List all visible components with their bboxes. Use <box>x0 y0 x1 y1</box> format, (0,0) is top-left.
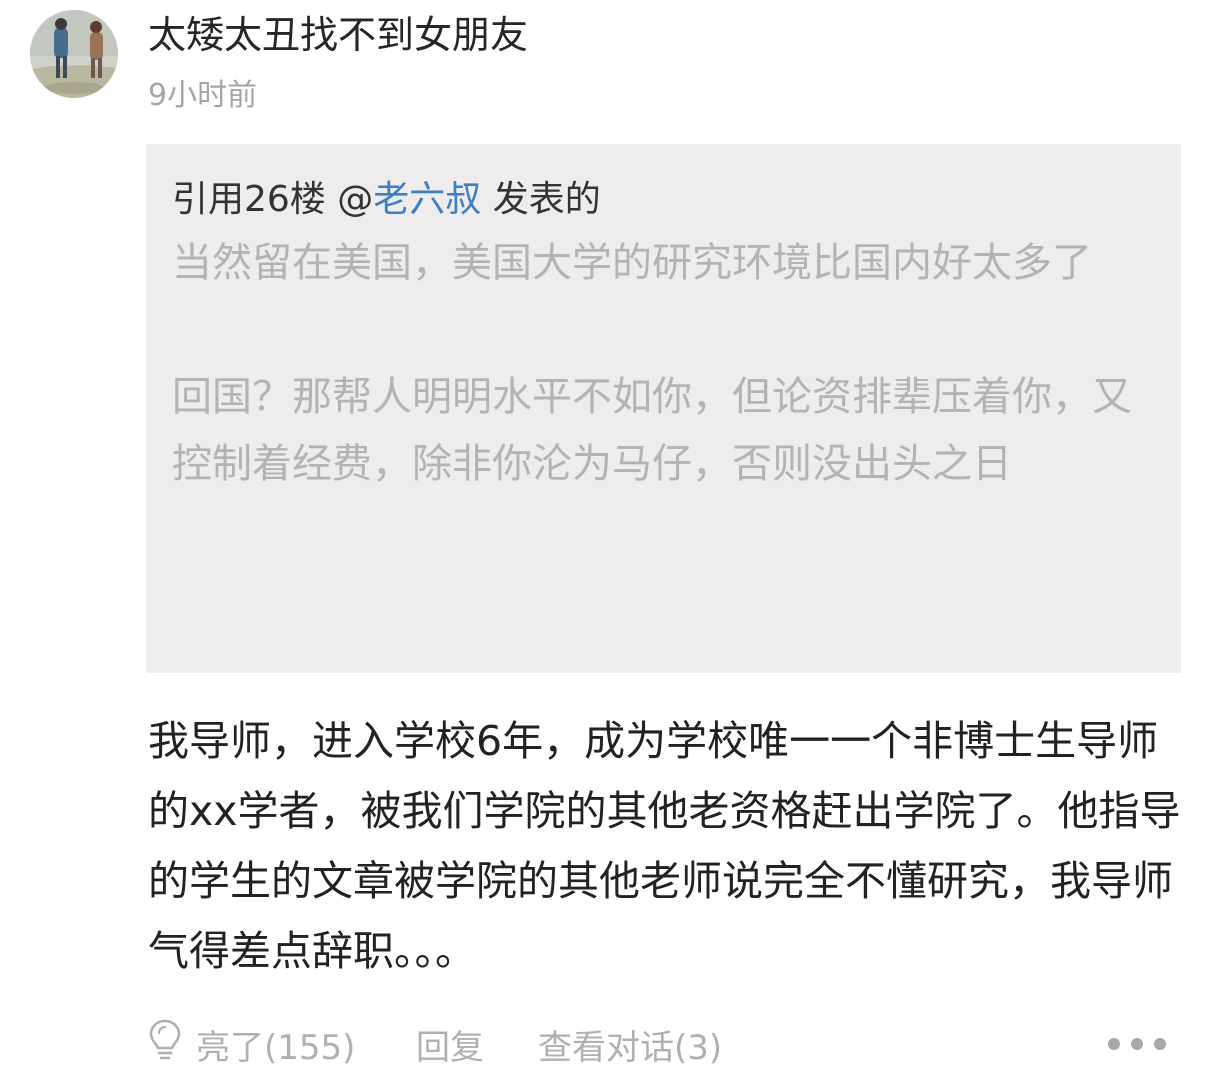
more-dots-icon[interactable] <box>1098 1014 1168 1074</box>
like-count-label: 亮了(155) <box>196 1027 356 1068</box>
username[interactable]: 太矮太丑找不到女朋友 <box>148 10 528 60</box>
quote-header-prefix: 引用26楼 @ <box>172 179 374 220</box>
avatar[interactable] <box>30 10 118 98</box>
lightbulb-icon <box>148 1018 182 1071</box>
quoted-post: 引用26楼 @老六叔 发表的 当然留在美国，美国大学的研究环境比国内好太多了 回… <box>146 144 1181 673</box>
quote-paragraph: 回国？那帮人明明水平不如你，但论资排辈压着你，又控制着经费，除非你沦为马仔，否则… <box>172 374 1132 487</box>
reply-label: 回复 <box>416 1027 484 1068</box>
quoted-user-mention[interactable]: 老六叔 <box>373 179 481 220</box>
quote-spacer <box>172 297 1157 364</box>
view-conversation-button[interactable]: 查看对话(3) <box>538 1014 722 1074</box>
reply-button[interactable]: 回复 <box>416 1014 484 1074</box>
view-conversation-label: 查看对话(3) <box>538 1027 723 1068</box>
quote-paragraph: 当然留在美国，美国大学的研究环境比国内好太多了 <box>172 240 1092 286</box>
reply-post: 太矮太丑找不到女朋友 9小时前 引用26楼 @老六叔 发表的 当然留在美国，美国… <box>0 0 1210 1080</box>
like-button[interactable]: 亮了(155) <box>148 1014 355 1074</box>
reply-body: 我导师，进入学校6年，成为学校唯一一个非博士生导师的xx学者，被我们学院的其他老… <box>148 717 1181 975</box>
quote-header-suffix: 发表的 <box>481 179 601 220</box>
post-time: 9小时前 <box>148 78 258 113</box>
action-bar: 亮了(155) 回复 查看对话(3) <box>148 1014 1168 1074</box>
quote-header: 引用26楼 @老六叔 发表的 <box>172 170 1157 230</box>
avatar-image <box>30 10 118 98</box>
